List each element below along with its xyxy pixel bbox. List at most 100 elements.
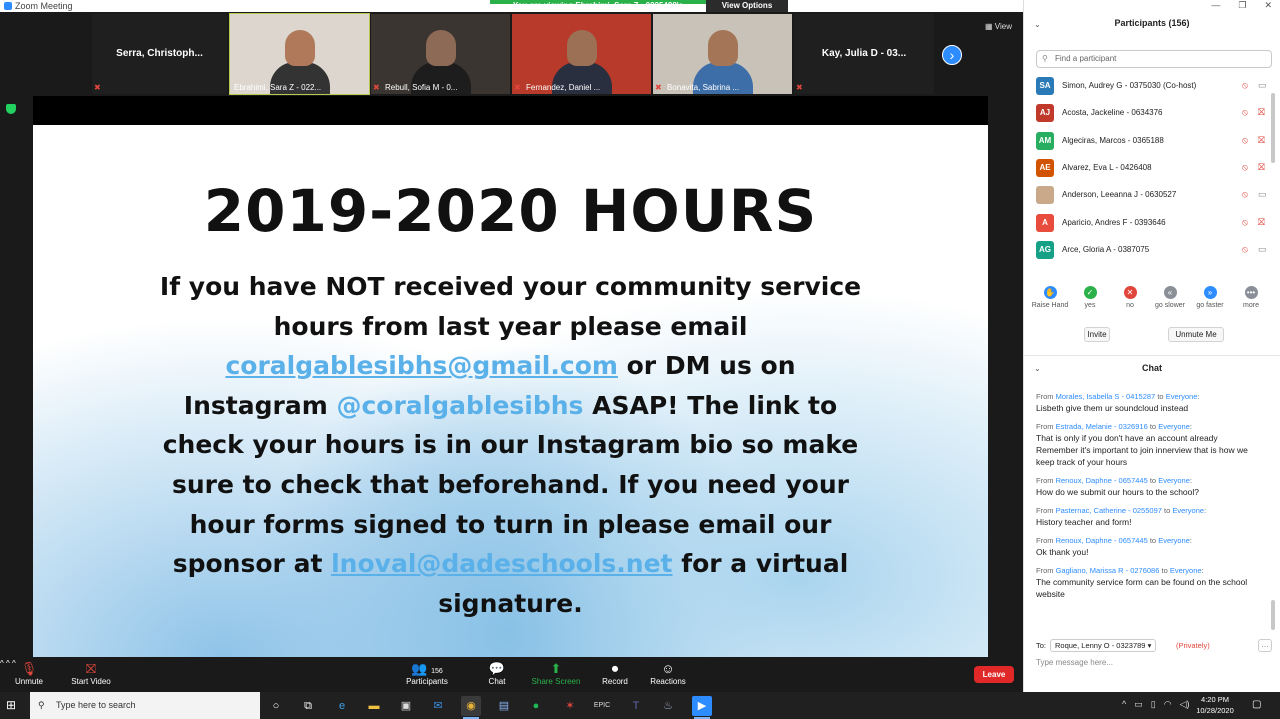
participant-row[interactable]: SA Simon, Audrey G - 0375030 (Co-host) ⦸ ▭ bbox=[1036, 77, 1272, 97]
participant-row[interactable]: A Aparicio, Andres F - 0393646 ⦸ ⛝ bbox=[1036, 213, 1272, 234]
taskbar-search-input[interactable]: ⚲ Type here to search bbox=[30, 692, 260, 719]
chat-recipient[interactable]: Everyone bbox=[1158, 476, 1190, 485]
view-button[interactable]: ▦ View bbox=[985, 22, 1012, 31]
wifi-icon[interactable]: ◠ bbox=[1164, 699, 1172, 710]
chrome-browser-icon[interactable]: ◉ bbox=[461, 696, 481, 719]
view-options-button[interactable]: View Options bbox=[706, 0, 788, 12]
spotify-icon[interactable]: ● bbox=[526, 696, 546, 716]
chat-sender[interactable]: Pasternac, Catherine - 0255097 bbox=[1056, 506, 1162, 515]
participant-row[interactable]: AM Algeciras, Marcos - 0365188 ⦸ ⛝ bbox=[1036, 131, 1272, 152]
participants-button[interactable]: 👥 156 Participants bbox=[402, 661, 452, 686]
mic-muted-icon[interactable]: ⦸ bbox=[1242, 80, 1248, 91]
security-shield-icon[interactable] bbox=[6, 104, 16, 114]
video-thumbnail[interactable]: ✖ Rebull, Sofia M - 0... bbox=[371, 14, 510, 94]
chat-sender[interactable]: Renoux, Daphne - 0657445 bbox=[1056, 476, 1148, 485]
participant-row[interactable]: Anderson, Leeanna J - 0630527 ⦸ ▭ bbox=[1036, 186, 1272, 206]
unmute-button[interactable]: 🎙 Unmute bbox=[12, 661, 46, 686]
edge-browser-icon[interactable]: e bbox=[332, 696, 352, 716]
chat-sender[interactable]: Morales, Isabella S - 0415287 bbox=[1056, 392, 1156, 401]
participants-scrollbar[interactable] bbox=[1271, 93, 1275, 163]
chat-recipient[interactable]: Everyone bbox=[1172, 506, 1204, 515]
video-camera-icon[interactable]: ▭ bbox=[1258, 244, 1267, 255]
from-word: From bbox=[1036, 506, 1054, 515]
participant-row[interactable]: AG Arce, Gloria A - 0387075 ⦸ ▭ bbox=[1036, 240, 1272, 261]
participant-row[interactable]: AE Alvarez, Eva L - 0426408 ⦸ ⛝ bbox=[1036, 158, 1272, 179]
video-off-icon[interactable]: ⛝ bbox=[1258, 107, 1265, 118]
close-icon[interactable]: ✕ bbox=[1264, 0, 1272, 12]
reaction-button[interactable]: ✕ no bbox=[1110, 286, 1150, 309]
reaction-button[interactable]: ••• more bbox=[1231, 286, 1271, 309]
record-icon: ⏺ bbox=[611, 661, 619, 676]
restore-icon[interactable]: ❐ bbox=[1238, 0, 1246, 12]
chat-sender[interactable]: Renoux, Daphne - 0657445 bbox=[1056, 536, 1148, 545]
teams-icon[interactable]: T bbox=[626, 696, 646, 716]
recipient-select[interactable]: Roque, Lenny O - 0323789 ▾ bbox=[1050, 639, 1157, 652]
record-button[interactable]: ⏺ Record bbox=[600, 661, 630, 686]
mail-app-icon[interactable]: ▤ bbox=[494, 696, 514, 716]
chat-more-options-icon[interactable]: … bbox=[1258, 639, 1272, 652]
chat-scrollbar[interactable] bbox=[1271, 600, 1275, 630]
video-off-icon[interactable]: ⛝ bbox=[1258, 162, 1265, 173]
participant-row[interactable]: AJ Acosta, Jackeline - 0634376 ⦸ ⛝ bbox=[1036, 104, 1272, 124]
chat-sender[interactable]: Estrada, Melanie - 0326916 bbox=[1056, 422, 1148, 431]
windows-start-icon[interactable]: ⊞ bbox=[6, 698, 20, 712]
chat-message-input[interactable]: Type message here... bbox=[1036, 658, 1272, 672]
video-thumbnail[interactable]: ✖ Fernandez, Daniel ... bbox=[512, 14, 651, 94]
chat-button[interactable]: 💬 Chat bbox=[484, 661, 510, 686]
chat-sender[interactable]: Gagliano, Marissa R - 0276086 bbox=[1056, 566, 1160, 575]
mic-muted-icon[interactable]: ⦸ bbox=[1242, 189, 1248, 200]
file-explorer-icon[interactable]: ▬ bbox=[364, 696, 384, 716]
chat-recipient[interactable]: Everyone bbox=[1166, 392, 1198, 401]
leave-button[interactable]: Leave bbox=[974, 666, 1014, 683]
reaction-button[interactable]: ✋ Raise Hand bbox=[1030, 286, 1070, 309]
share-screen-button[interactable]: ⬆ Share Screen bbox=[530, 661, 582, 686]
video-thumbnail[interactable]: Serra, Christoph... ✖ bbox=[92, 14, 227, 94]
game-app-icon[interactable]: ✶ bbox=[560, 696, 580, 716]
video-thumbnail[interactable]: Kay, Julia D - 03... ✖ bbox=[794, 14, 934, 94]
notification-icon[interactable]: ▢ bbox=[1252, 699, 1261, 710]
reactions-button[interactable]: ☺ Reactions bbox=[648, 661, 688, 686]
slide-email-link[interactable]: coralgablesibhs@gmail.com bbox=[225, 351, 617, 380]
reaction-button[interactable]: ✓ yes bbox=[1070, 286, 1110, 309]
store-icon[interactable]: ▣ bbox=[396, 696, 416, 716]
video-off-icon[interactable]: ⛝ bbox=[1258, 135, 1265, 146]
video-thumbnail[interactable]: ✖ Bonavita, Sabrina ... bbox=[653, 14, 792, 94]
chat-recipient[interactable]: Everyone bbox=[1158, 536, 1190, 545]
task-view-icon[interactable]: ⧉ bbox=[298, 696, 318, 716]
battery-icon[interactable]: ▯ bbox=[1151, 699, 1156, 710]
mic-muted-icon[interactable]: ⦸ bbox=[1242, 217, 1248, 228]
video-camera-icon[interactable]: ▭ bbox=[1258, 189, 1267, 200]
participants-header: Participants (156) bbox=[1114, 18, 1190, 28]
mic-muted-icon[interactable]: ⦸ bbox=[1242, 162, 1248, 173]
slide-sponsor-email-link[interactable]: lnoval@dadeschools.net bbox=[331, 549, 672, 578]
start-video-button[interactable]: ⛝ Start Video bbox=[68, 661, 114, 686]
video-off-icon[interactable]: ⛝ bbox=[1258, 217, 1265, 228]
chevron-up-icon[interactable]: ^ bbox=[1122, 699, 1126, 710]
mic-muted-icon[interactable]: ⦸ bbox=[1242, 244, 1248, 255]
zoom-taskbar-icon[interactable]: ▶ bbox=[692, 696, 712, 719]
invite-button[interactable]: Invite bbox=[1084, 327, 1110, 342]
chat-recipient[interactable]: Everyone bbox=[1158, 422, 1190, 431]
steam-icon[interactable]: ♨ bbox=[658, 696, 678, 716]
mail-icon[interactable]: ✉ bbox=[428, 696, 448, 716]
next-thumbnails-arrow-icon[interactable]: › bbox=[942, 45, 962, 65]
participant-search-input[interactable]: ⚲ Find a participant bbox=[1036, 50, 1272, 68]
unmute-me-button[interactable]: Unmute Me bbox=[1168, 327, 1224, 342]
reaction-button[interactable]: » go faster bbox=[1190, 286, 1230, 309]
minimize-icon[interactable]: — bbox=[1211, 0, 1220, 12]
cortana-icon[interactable]: ○ bbox=[266, 696, 286, 716]
video-camera-icon[interactable]: ▭ bbox=[1258, 80, 1267, 91]
chat-recipient[interactable]: Everyone bbox=[1170, 566, 1202, 575]
taskbar-clock[interactable]: 4:20 PM 10/28/2020 bbox=[1190, 694, 1240, 716]
video-options-chevron-icon[interactable]: ^ bbox=[6, 659, 10, 668]
reaction-button[interactable]: « go slower bbox=[1150, 286, 1190, 309]
audio-options-chevron-icon[interactable]: ^ bbox=[0, 659, 4, 668]
mic-muted-icon[interactable]: ⦸ bbox=[1242, 135, 1248, 146]
video-thumbnail[interactable]: Ebrahimi, Sara Z - 022... bbox=[229, 13, 370, 95]
volume-icon[interactable]: ◁) bbox=[1180, 699, 1190, 710]
epic-games-icon[interactable]: EPIC bbox=[592, 696, 612, 716]
reaction-label: go slower bbox=[1155, 302, 1185, 309]
mic-muted-icon[interactable]: ⦸ bbox=[1242, 107, 1248, 118]
to-word: to bbox=[1161, 566, 1168, 575]
network-icon[interactable]: ▭ bbox=[1134, 699, 1143, 710]
